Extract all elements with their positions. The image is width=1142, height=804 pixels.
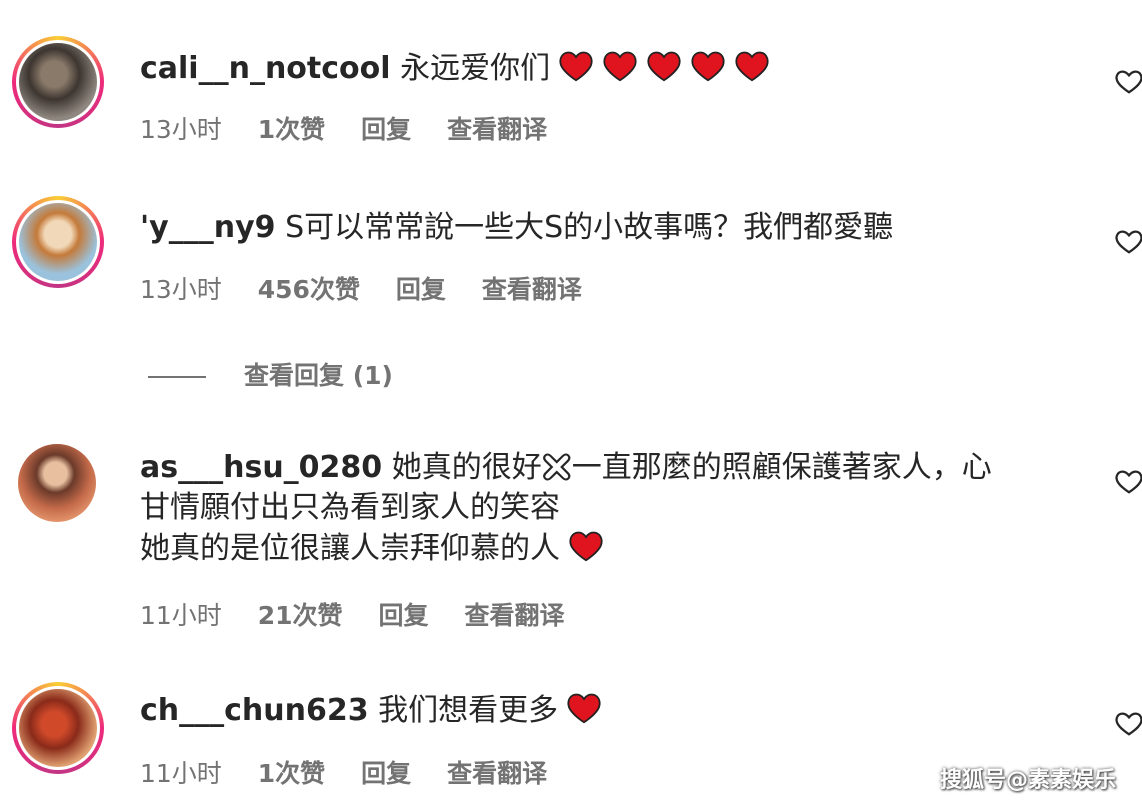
red-heart-emoji (691, 51, 725, 82)
comment-meta: 11小时 1次赞 回复 查看翻译 (140, 754, 575, 790)
avatar[interactable] (12, 682, 104, 774)
comment-meta: 13小时 1次赞 回复 查看翻译 (140, 110, 575, 146)
comment-text: 她真的很好🯀一直那麼的照顧保護著家人，心 (391, 450, 992, 485)
comment-username[interactable]: cali__n_notcool (140, 51, 391, 86)
red-heart-emoji (735, 51, 769, 82)
comment-text: 我们想看更多 (378, 693, 559, 728)
heart-emoji-group (558, 693, 602, 728)
comment-time: 13小时 (140, 275, 222, 304)
view-replies-button[interactable]: 查看回复 (1) (148, 356, 393, 392)
reply-button[interactable]: 回复 (361, 759, 411, 788)
like-count[interactable]: 1次赞 (258, 759, 325, 788)
reply-button[interactable]: 回复 (379, 601, 429, 630)
comment-time: 11小时 (140, 601, 222, 630)
reply-button[interactable]: 回复 (396, 275, 446, 304)
avatar[interactable] (18, 444, 96, 522)
comment-meta: 11小时 21次赞 回复 查看翻译 (140, 596, 593, 632)
translate-button[interactable]: 查看翻译 (447, 759, 547, 788)
comment-time: 13小时 (140, 115, 222, 144)
red-heart-emoji (559, 51, 593, 82)
like-count[interactable]: 456次赞 (258, 275, 360, 304)
red-heart-emoji (569, 531, 603, 562)
comment-username[interactable]: as___hsu_0280 (140, 450, 382, 485)
red-heart-emoji (567, 693, 601, 724)
comment-text: S可以常常說一些大S的小故事嗎？我們都愛聽 (285, 210, 894, 245)
translate-button[interactable]: 查看翻译 (447, 115, 547, 144)
view-replies-label[interactable]: 查看回复 (1) (244, 361, 393, 390)
comment-username[interactable]: 'y___ny9 (140, 210, 276, 245)
heart-outline-icon[interactable] (1114, 66, 1142, 96)
watermark: 搜狐号@素素娱乐 (939, 768, 1116, 793)
comment-text-line: 甘情願付出只為看到家人的笑容 (140, 490, 560, 525)
divider-line (148, 376, 206, 378)
heart-outline-icon[interactable] (1114, 466, 1142, 496)
comment-time: 11小时 (140, 759, 222, 788)
translate-button[interactable]: 查看翻译 (482, 275, 582, 304)
avatar[interactable] (12, 196, 104, 288)
translate-button[interactable]: 查看翻译 (464, 601, 564, 630)
like-count[interactable]: 1次赞 (258, 115, 325, 144)
heart-emoji-group (550, 51, 770, 86)
avatar[interactable] (12, 36, 104, 128)
heart-outline-icon[interactable] (1114, 226, 1142, 256)
heart-emoji-group (560, 531, 604, 566)
comment-text-line: 她真的是位很讓人崇拜仰慕的人 (140, 531, 560, 566)
reply-button[interactable]: 回复 (361, 115, 411, 144)
comment-text: 永远爱你们 (400, 51, 551, 86)
heart-outline-icon[interactable] (1114, 708, 1142, 738)
like-count[interactable]: 21次赞 (258, 601, 343, 630)
comment-username[interactable]: ch___chun623 (140, 693, 369, 728)
red-heart-emoji (603, 51, 637, 82)
red-heart-emoji (647, 51, 681, 82)
comment-meta: 13小时 456次赞 回复 查看翻译 (140, 270, 610, 306)
